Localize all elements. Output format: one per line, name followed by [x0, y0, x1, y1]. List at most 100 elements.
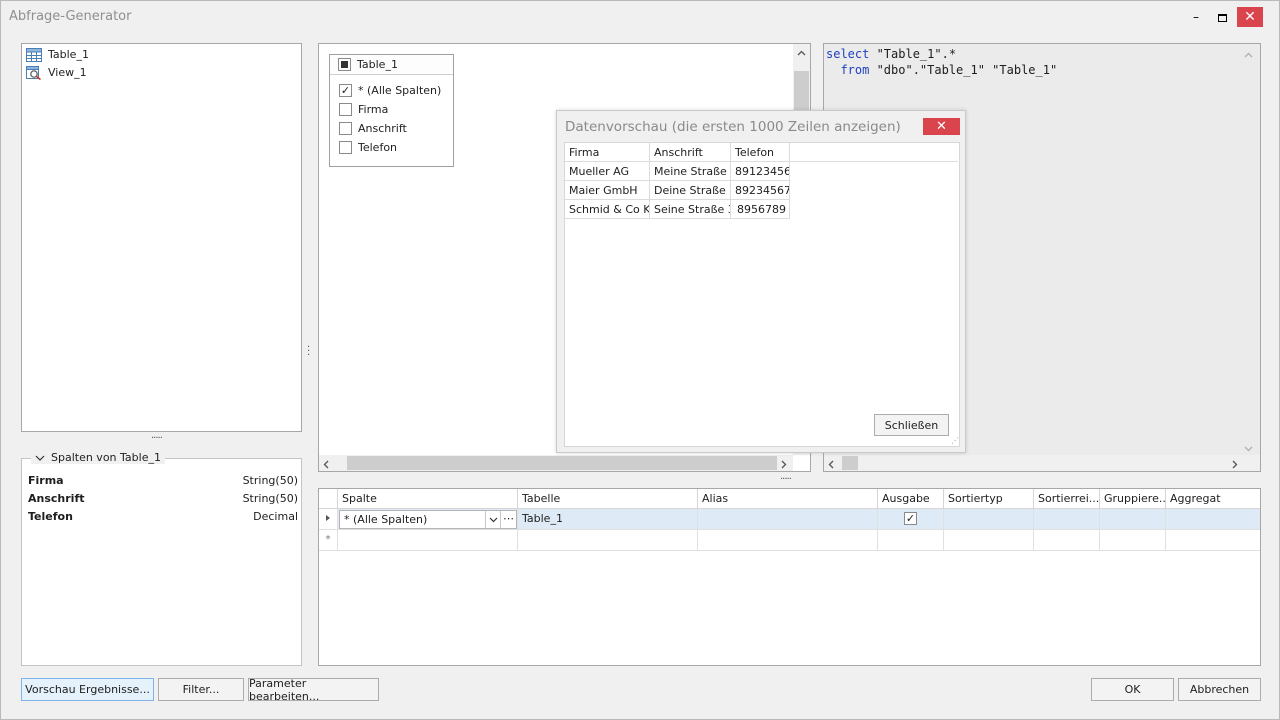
horizontal-splitter-handle[interactable]: ·····	[780, 474, 792, 485]
scroll-left-icon[interactable]	[828, 459, 834, 472]
sql-hscroll-thumb[interactable]	[842, 456, 858, 470]
scroll-up-icon[interactable]	[797, 46, 806, 59]
preview-cell: Meine Straße 1	[650, 162, 731, 181]
ausgabe-checkbox[interactable]: ✓	[904, 512, 917, 525]
grid-header-gruppieren[interactable]: Gruppiere...	[1100, 489, 1166, 509]
diagram-field-row[interactable]: Anschrift	[330, 119, 453, 138]
field-label: Anschrift	[358, 122, 407, 135]
preview-close-button[interactable]: ✕	[923, 118, 960, 135]
field-checkbox[interactable]	[339, 141, 352, 154]
filter-button[interactable]: Filter...	[158, 678, 244, 701]
grid-cell-sortierreihenfolge[interactable]	[1034, 509, 1100, 530]
preview-cell: Deine Straße 2	[650, 181, 731, 200]
field-label: Firma	[358, 103, 389, 116]
title-bar: Abfrage-Generator – ✕	[1, 1, 1279, 32]
grid-header-spalte[interactable]: Spalte	[338, 489, 518, 509]
sql-editor-text[interactable]: select "Table_1".* from "dbo"."Table_1" …	[826, 46, 1057, 78]
tree-item-view1[interactable]: View_1	[26, 64, 87, 81]
edit-parameters-button[interactable]: Parameter bearbeiten...	[248, 677, 379, 703]
resize-grip-icon[interactable]: ⋰	[951, 437, 959, 445]
select-all-checkbox[interactable]	[338, 58, 351, 71]
diagram-field-row[interactable]: Firma	[330, 100, 453, 119]
spalte-dropdown-button[interactable]	[485, 511, 500, 528]
diagram-table-box[interactable]: Table_1 ✓ * (Alle Spalten) Firma Anschri…	[329, 54, 454, 167]
vertical-splitter-handle[interactable]: · · ·	[307, 343, 311, 361]
grid-cell-alias[interactable]	[698, 509, 878, 530]
column-type: String(50)	[242, 473, 298, 487]
new-row-indicator[interactable]: *	[319, 530, 338, 551]
horizontal-splitter-handle[interactable]: ·····	[151, 433, 163, 444]
grid-cell-aggregat[interactable]	[1166, 509, 1260, 530]
close-icon: ✕	[936, 119, 947, 134]
field-checkbox[interactable]	[339, 122, 352, 135]
scroll-right-icon[interactable]	[781, 459, 787, 472]
chevron-down-icon	[489, 517, 497, 522]
grid-cell-tabelle[interactable]: Table_1	[518, 509, 698, 530]
new-row-cell[interactable]	[1034, 530, 1100, 551]
sql-scroll-up-icon[interactable]	[1244, 48, 1253, 61]
preview-grid: Firma Anschrift Telefon Mueller AG Meine…	[564, 142, 960, 447]
spalte-value: * (Alle Spalten)	[344, 513, 428, 526]
new-row-cell[interactable]	[1166, 530, 1260, 551]
scroll-left-icon[interactable]	[323, 459, 329, 472]
sql-scroll-down-icon[interactable]	[1244, 442, 1253, 455]
new-row-cell[interactable]	[944, 530, 1034, 551]
preview-results-button[interactable]: Vorschau Ergebnisse...	[21, 678, 154, 701]
preview-header-telefon[interactable]: Telefon	[731, 143, 790, 162]
grid-header-alias[interactable]: Alias	[698, 489, 878, 509]
diagram-hscroll-thumb[interactable]	[347, 456, 777, 470]
preview-cell: Schmid & Co KG	[565, 200, 650, 219]
preview-header-filler	[790, 143, 958, 162]
preview-header-firma[interactable]: Firma	[565, 143, 650, 162]
query-builder-window: Abfrage-Generator – ✕ Table_1 View_1 ···…	[0, 0, 1280, 720]
new-row-cell[interactable]	[1100, 530, 1166, 551]
diagram-vscroll-thumb[interactable]	[794, 71, 809, 111]
minimize-icon: –	[1193, 10, 1199, 24]
ok-button[interactable]: OK	[1091, 678, 1174, 701]
minimize-button[interactable]: –	[1183, 7, 1209, 27]
grid-cell-spalte[interactable]: * (Alle Spalten) ⋯	[338, 509, 518, 530]
grid-header-tabelle[interactable]: Tabelle	[518, 489, 698, 509]
ellipsis-icon: ⋯	[503, 512, 514, 525]
grid-cell-sortiertyp[interactable]	[944, 509, 1034, 530]
diagram-horizontal-scrollbar[interactable]	[319, 455, 793, 471]
diagram-field-row[interactable]: ✓ * (Alle Spalten)	[330, 81, 453, 100]
grid-cell-gruppieren[interactable]	[1100, 509, 1166, 530]
column-name: Anschrift	[28, 491, 85, 505]
preview-cell: Mueller AG	[565, 162, 650, 181]
field-label: Telefon	[358, 141, 398, 154]
maximize-icon	[1217, 13, 1227, 22]
new-row-cell[interactable]	[698, 530, 878, 551]
columns-group-header[interactable]: Spalten von Table_1	[31, 451, 165, 464]
view-icon	[26, 65, 41, 80]
grid-cell-ausgabe[interactable]: ✓	[878, 509, 944, 530]
grid-header-sortiertyp[interactable]: Sortiertyp	[944, 489, 1034, 509]
spalte-ellipsis-button[interactable]: ⋯	[500, 511, 516, 528]
field-checkbox[interactable]	[339, 103, 352, 116]
maximize-button[interactable]	[1209, 7, 1235, 27]
spalte-combobox[interactable]: * (Alle Spalten) ⋯	[339, 510, 517, 529]
grid-header-ausgabe[interactable]: Ausgabe	[878, 489, 944, 509]
grid-header-aggregat[interactable]: Aggregat	[1166, 489, 1260, 509]
diagram-table-header[interactable]: Table_1	[330, 55, 453, 75]
close-window-button[interactable]: ✕	[1237, 7, 1263, 27]
new-row-cell[interactable]	[878, 530, 944, 551]
tree-item-table1[interactable]: Table_1	[26, 46, 89, 63]
preview-schliessen-button[interactable]: Schließen	[874, 414, 949, 436]
preview-cell: Seine Straße 3	[650, 200, 731, 219]
scroll-right-icon[interactable]	[1232, 459, 1238, 472]
field-checkbox[interactable]: ✓	[339, 84, 352, 97]
row-pointer-icon	[326, 515, 330, 521]
new-row-cell[interactable]	[338, 530, 518, 551]
window-title: Abfrage-Generator	[9, 9, 132, 24]
cancel-button[interactable]: Abbrechen	[1178, 678, 1261, 701]
grid-row-indicator-header	[319, 489, 338, 509]
new-row-cell[interactable]	[518, 530, 698, 551]
grid-header-sortierreihenfolge[interactable]: Sortierrei...	[1034, 489, 1100, 509]
row-indicator[interactable]	[319, 509, 338, 530]
sql-keyword: from	[840, 63, 870, 77]
diagram-field-row[interactable]: Telefon	[330, 138, 453, 157]
preview-cell: 89123456	[731, 162, 790, 181]
sql-horizontal-scrollbar[interactable]	[824, 455, 1260, 471]
preview-header-anschrift[interactable]: Anschrift	[650, 143, 731, 162]
